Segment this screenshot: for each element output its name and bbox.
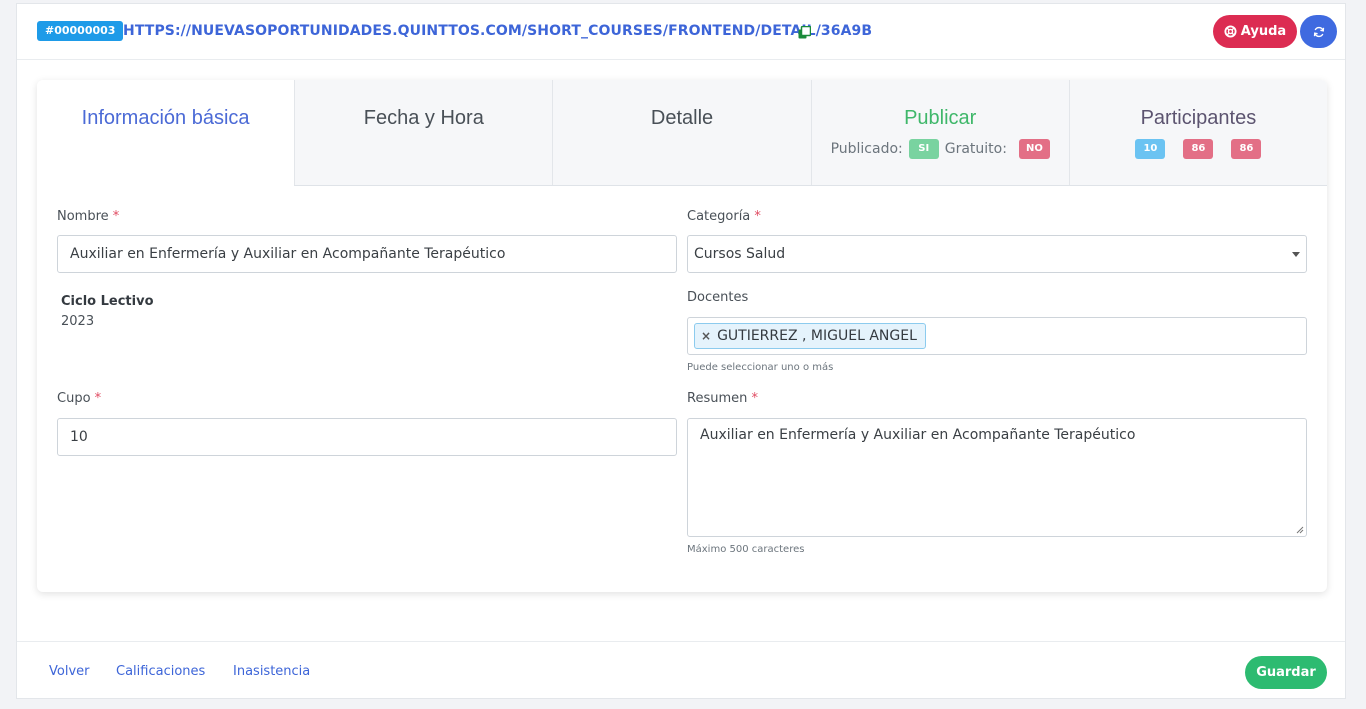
top-bar: #00000003 HTTPS://NUEVASOPORTUNIDADES.QU… — [17, 4, 1345, 60]
summary-text: Auxiliar en Enfermería y Auxiliar en Aco… — [700, 427, 1136, 443]
participant-count-badge: 86 — [1183, 139, 1214, 159]
record-id-badge: #00000003 — [37, 21, 124, 41]
participant-count-badge: 86 — [1231, 139, 1262, 159]
participant-count-badge: 10 — [1135, 139, 1166, 159]
footer-bar: Volver Calificaciones Inasistencia Guard… — [17, 641, 1345, 700]
tab-basic-info-label: Información básica — [81, 107, 250, 129]
tab-participants[interactable]: Participantes 10 86 86 — [1068, 80, 1327, 185]
summary-label: Resumen * — [687, 391, 758, 406]
required-mark: * — [754, 209, 761, 224]
name-label: Nombre * — [57, 209, 119, 224]
published-label: Publicado: — [830, 141, 903, 157]
save-button[interactable]: Guardar — [1245, 656, 1327, 689]
copy-icon[interactable] — [798, 26, 811, 39]
help-button-label: Ayuda — [1240, 24, 1287, 39]
summary-textarea[interactable]: Auxiliar en Enfermería y Auxiliar en Aco… — [687, 418, 1307, 537]
capacity-label: Cupo * — [57, 391, 101, 406]
required-mark: * — [751, 391, 759, 406]
free-label: Gratuito: — [944, 141, 1007, 157]
name-input[interactable]: Auxiliar en Enfermería y Auxiliar en Aco… — [57, 235, 677, 273]
chevron-down-icon — [1292, 252, 1300, 257]
free-badge: NO — [1018, 139, 1050, 159]
lifebuoy-icon — [1224, 25, 1237, 38]
school-year-label: Ciclo Lectivo — [61, 294, 154, 309]
tab-bar: Información básica Fecha y Hora Detalle … — [37, 80, 1327, 187]
teacher-tag-label: GUTIERREZ , MIGUEL ANGEL — [717, 328, 917, 344]
app-window: #00000003 HTTPS://NUEVASOPORTUNIDADES.QU… — [16, 3, 1346, 699]
category-label-text: Categoría — [687, 209, 751, 224]
tab-participants-label: Participantes — [1140, 107, 1257, 129]
capacity-label-text: Cupo — [57, 391, 91, 406]
required-mark: * — [112, 209, 120, 224]
tab-publish-label: Publicar — [904, 107, 977, 129]
tab-detail[interactable]: Detalle — [552, 80, 810, 185]
required-mark: * — [94, 391, 102, 406]
capacity-input[interactable]: 10 — [57, 418, 677, 456]
tab-publish[interactable]: Publicar Publicado: SI Gratuito: NO — [810, 80, 1069, 185]
name-label-text: Nombre — [57, 209, 109, 224]
absences-link[interactable]: Inasistencia — [233, 664, 310, 679]
refresh-button[interactable] — [1300, 15, 1337, 48]
tab-date-time-label: Fecha y Hora — [363, 107, 484, 129]
published-badge: SI — [908, 139, 939, 159]
teachers-multiselect[interactable]: × GUTIERREZ , MIGUEL ANGEL — [687, 317, 1307, 355]
refresh-icon — [1313, 26, 1324, 37]
grades-link[interactable]: Calificaciones — [116, 664, 205, 679]
resize-handle-icon[interactable] — [1296, 526, 1304, 534]
teachers-help: Puede seleccionar uno o más — [687, 362, 834, 373]
summary-help: Máximo 500 caracteres — [687, 544, 805, 555]
publish-status: Publicado: SI Gratuito: NO — [812, 139, 1069, 159]
help-button[interactable]: Ayuda — [1213, 15, 1297, 48]
school-year-value: 2023 — [61, 314, 95, 329]
category-select-value: Cursos Salud — [694, 246, 786, 262]
remove-tag-icon[interactable]: × — [701, 324, 711, 348]
category-label: Categoría * — [687, 209, 761, 224]
teachers-label: Docentes — [687, 290, 749, 305]
tab-date-time[interactable]: Fecha y Hora — [294, 80, 552, 185]
tab-detail-label: Detalle — [650, 107, 714, 129]
participant-counts: 10 86 86 — [1070, 139, 1327, 159]
category-select[interactable]: Cursos Salud — [687, 235, 1307, 273]
course-card: Información básica Fecha y Hora Detalle … — [37, 80, 1327, 592]
tab-basic-info[interactable]: Información básica — [37, 80, 295, 187]
summary-label-text: Resumen — [687, 391, 748, 406]
back-link[interactable]: Volver — [49, 664, 90, 679]
course-url-link[interactable]: HTTPS://NUEVASOPORTUNIDADES.QUINTTOS.COM… — [123, 21, 872, 41]
teacher-tag: × GUTIERREZ , MIGUEL ANGEL — [694, 323, 926, 349]
